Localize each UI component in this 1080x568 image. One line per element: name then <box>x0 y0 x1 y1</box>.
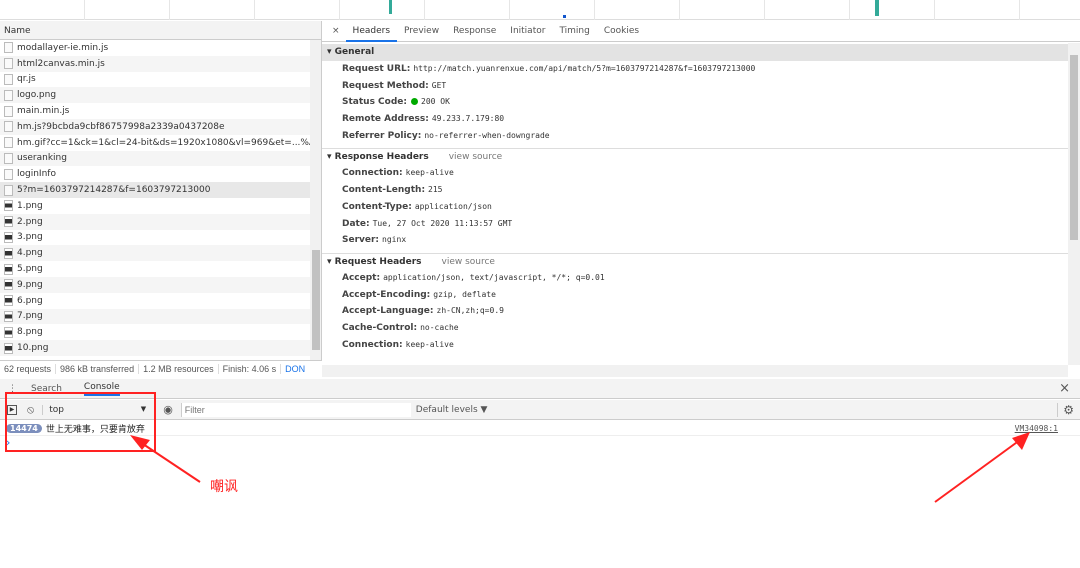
annotation-arrow-left <box>139 441 201 483</box>
annotation-label: 嘲讽 <box>210 479 238 495</box>
annotation-arrow-right <box>934 439 1021 503</box>
annotation-arrows <box>130 432 1030 503</box>
arrow-head <box>1012 432 1030 450</box>
